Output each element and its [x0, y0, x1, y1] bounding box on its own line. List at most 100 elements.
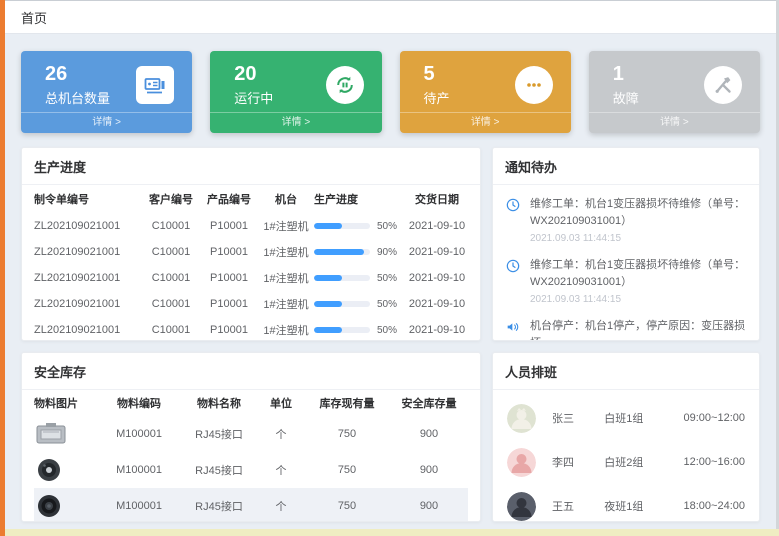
detail-link[interactable]: 详情 > [21, 112, 192, 133]
detail-link[interactable]: 详情 > [210, 112, 381, 133]
stat-label: 总机台数量 [45, 88, 110, 107]
shift-label: 夜班1组 [604, 498, 683, 514]
material-name: RJ45接口 [180, 426, 258, 442]
inventory-row[interactable]: M100001 RJ45接口 个 750 900 [34, 452, 468, 488]
stat-card-fault[interactable]: 1 故障 详情 > [589, 51, 760, 133]
inventory-table: 物料图片 物料编码 物料名称 单位 库存现有量 安全库存量 [22, 390, 480, 522]
detail-link[interactable]: 详情 > [589, 112, 760, 133]
progress-bar [314, 275, 370, 281]
schedule-row[interactable]: 张三 白班1组 09:00~12:00 [507, 396, 745, 440]
stat-value: 5 [424, 63, 450, 85]
delivery-date: 2021-09-10 [406, 298, 468, 310]
customer-no: C10001 [142, 324, 200, 336]
unit: 个 [258, 426, 304, 442]
card-text: 26 总机台数量 [45, 63, 110, 107]
stat-card-running[interactable]: 20 运行中 详情 > [210, 51, 381, 133]
column-header: 产品编号 [200, 191, 258, 207]
speaker-icon [505, 318, 522, 341]
progress-bar [314, 327, 370, 333]
notifications-panel: 通知待办 维修工单：机台1变压器损坏待维修（单号：WX202109031001）… [492, 147, 760, 341]
material-name: RJ45接口 [180, 462, 258, 478]
stat-value: 26 [45, 63, 110, 85]
inventory-row[interactable]: M100001 RJ45接口 个 750 900 [34, 488, 468, 522]
stat-card-total-machines[interactable]: 26 总机台数量 详情 > [21, 51, 192, 133]
order-no: ZL202109021001 [34, 246, 142, 258]
stat-value: 20 [234, 63, 273, 85]
customer-no: C10001 [142, 246, 200, 258]
avatar [507, 492, 536, 521]
progress-label: 50% [377, 299, 397, 310]
notice-item[interactable]: 维修工单：机台1变压器损坏待维修（单号：WX202109031001） 2021… [505, 250, 747, 311]
production-row[interactable]: ZL202109021001 C10001 P10001 1#注塑机 90% 2… [34, 239, 468, 265]
progress-fill [314, 223, 342, 229]
material-code: M100001 [98, 500, 180, 512]
panel-grid: 生产进度 制令单编号 客户编号 产品编号 机台 生产进度 交货日期 ZL2021… [21, 147, 760, 522]
delivery-date: 2021-09-10 [406, 272, 468, 284]
safety-qty: 900 [390, 428, 468, 440]
panel-title: 人员排班 [493, 353, 759, 390]
avatar [507, 448, 536, 477]
schedule-row[interactable]: 李四 白班2组 12:00~16:00 [507, 440, 745, 484]
production-row[interactable]: ZL202109021001 C10001 P10001 1#注塑机 50% 2… [34, 291, 468, 317]
panel-title: 生产进度 [22, 148, 480, 185]
product-no: P10001 [200, 272, 258, 284]
tab-home[interactable]: 首页 [21, 8, 47, 27]
machine: 1#注塑机 [258, 296, 314, 312]
progress-cell: 50% [314, 299, 406, 310]
notice-time: 2021.09.03 11:44:15 [530, 233, 747, 244]
progress-label: 90% [377, 247, 397, 258]
card-main: 1 故障 [589, 51, 760, 112]
rj45-connector-image [34, 421, 98, 447]
product-no: P10001 [200, 220, 258, 232]
detail-link[interactable]: 详情 > [400, 112, 571, 133]
column-header: 机台 [258, 191, 314, 207]
production-row[interactable]: ZL202109021001 C10001 P10001 1#注塑机 50% 2… [34, 213, 468, 239]
progress-fill [314, 327, 342, 333]
order-no: ZL202109021001 [34, 220, 142, 232]
inventory-row[interactable]: M100001 RJ45接口 个 750 900 [34, 416, 468, 452]
column-header: 制令单编号 [34, 191, 142, 207]
customer-no: C10001 [142, 272, 200, 284]
column-header: 安全库存量 [390, 395, 468, 411]
notice-item[interactable]: 机台停产：机台1停产，停产原因：变压器损坏 [505, 311, 747, 341]
progress-bar [314, 301, 370, 307]
clock-icon [505, 196, 522, 244]
round-connector-image [34, 457, 98, 483]
personnel-schedule-panel: 人员排班 张三 白班1组 09:00~12:00 李四 白班2组 1 [492, 352, 760, 522]
card-main: 26 总机台数量 [21, 51, 192, 112]
product-no: P10001 [200, 324, 258, 336]
progress-cell: 90% [314, 247, 406, 258]
card-text: 20 运行中 [234, 63, 273, 107]
order-no: ZL202109021001 [34, 324, 142, 336]
machine-icon [136, 66, 174, 104]
clock-icon [505, 257, 522, 305]
tools-icon [704, 66, 742, 104]
material-name: RJ45接口 [180, 498, 258, 514]
left-edge-strip [0, 0, 5, 536]
notice-body: 机台停产：机台1停产，停产原因：变压器损坏 [530, 318, 747, 341]
person-name: 王五 [552, 498, 604, 514]
notice-item[interactable]: 维修工单：机台1变压器损坏待维修（单号：WX202109031001） 2021… [505, 189, 747, 250]
column-header: 物料名称 [180, 395, 258, 411]
card-text: 5 待产 [424, 63, 450, 107]
notice-text: 维修工单：机台1变压器损坏待维修（单号：WX202109031001） [530, 196, 747, 230]
progress-fill [314, 249, 364, 255]
progress-fill [314, 301, 342, 307]
panel-title: 通知待办 [493, 148, 759, 185]
notice-list: 维修工单：机台1变压器损坏待维修（单号：WX202109031001） 2021… [493, 185, 759, 341]
column-header: 物料编码 [98, 395, 180, 411]
progress-cell: 50% [314, 221, 406, 232]
stat-card-pending[interactable]: 5 待产 详情 > [400, 51, 571, 133]
production-table-header: 制令单编号 客户编号 产品编号 机台 生产进度 交货日期 [34, 185, 468, 213]
schedule-row[interactable]: 王五 夜班1组 18:00~24:00 [507, 484, 745, 522]
delivery-date: 2021-09-10 [406, 246, 468, 258]
shift-label: 白班1组 [604, 410, 683, 426]
panel-title: 安全库存 [22, 353, 480, 390]
production-row[interactable]: ZL202109021001 C10001 P10001 1#注塑机 50% 2… [34, 317, 468, 341]
stat-label: 故障 [613, 88, 639, 107]
column-header: 交货日期 [406, 191, 468, 207]
card-main: 20 运行中 [210, 51, 381, 112]
progress-cell: 50% [314, 273, 406, 284]
production-row[interactable]: ZL202109021001 C10001 P10001 1#注塑机 50% 2… [34, 265, 468, 291]
order-no: ZL202109021001 [34, 272, 142, 284]
